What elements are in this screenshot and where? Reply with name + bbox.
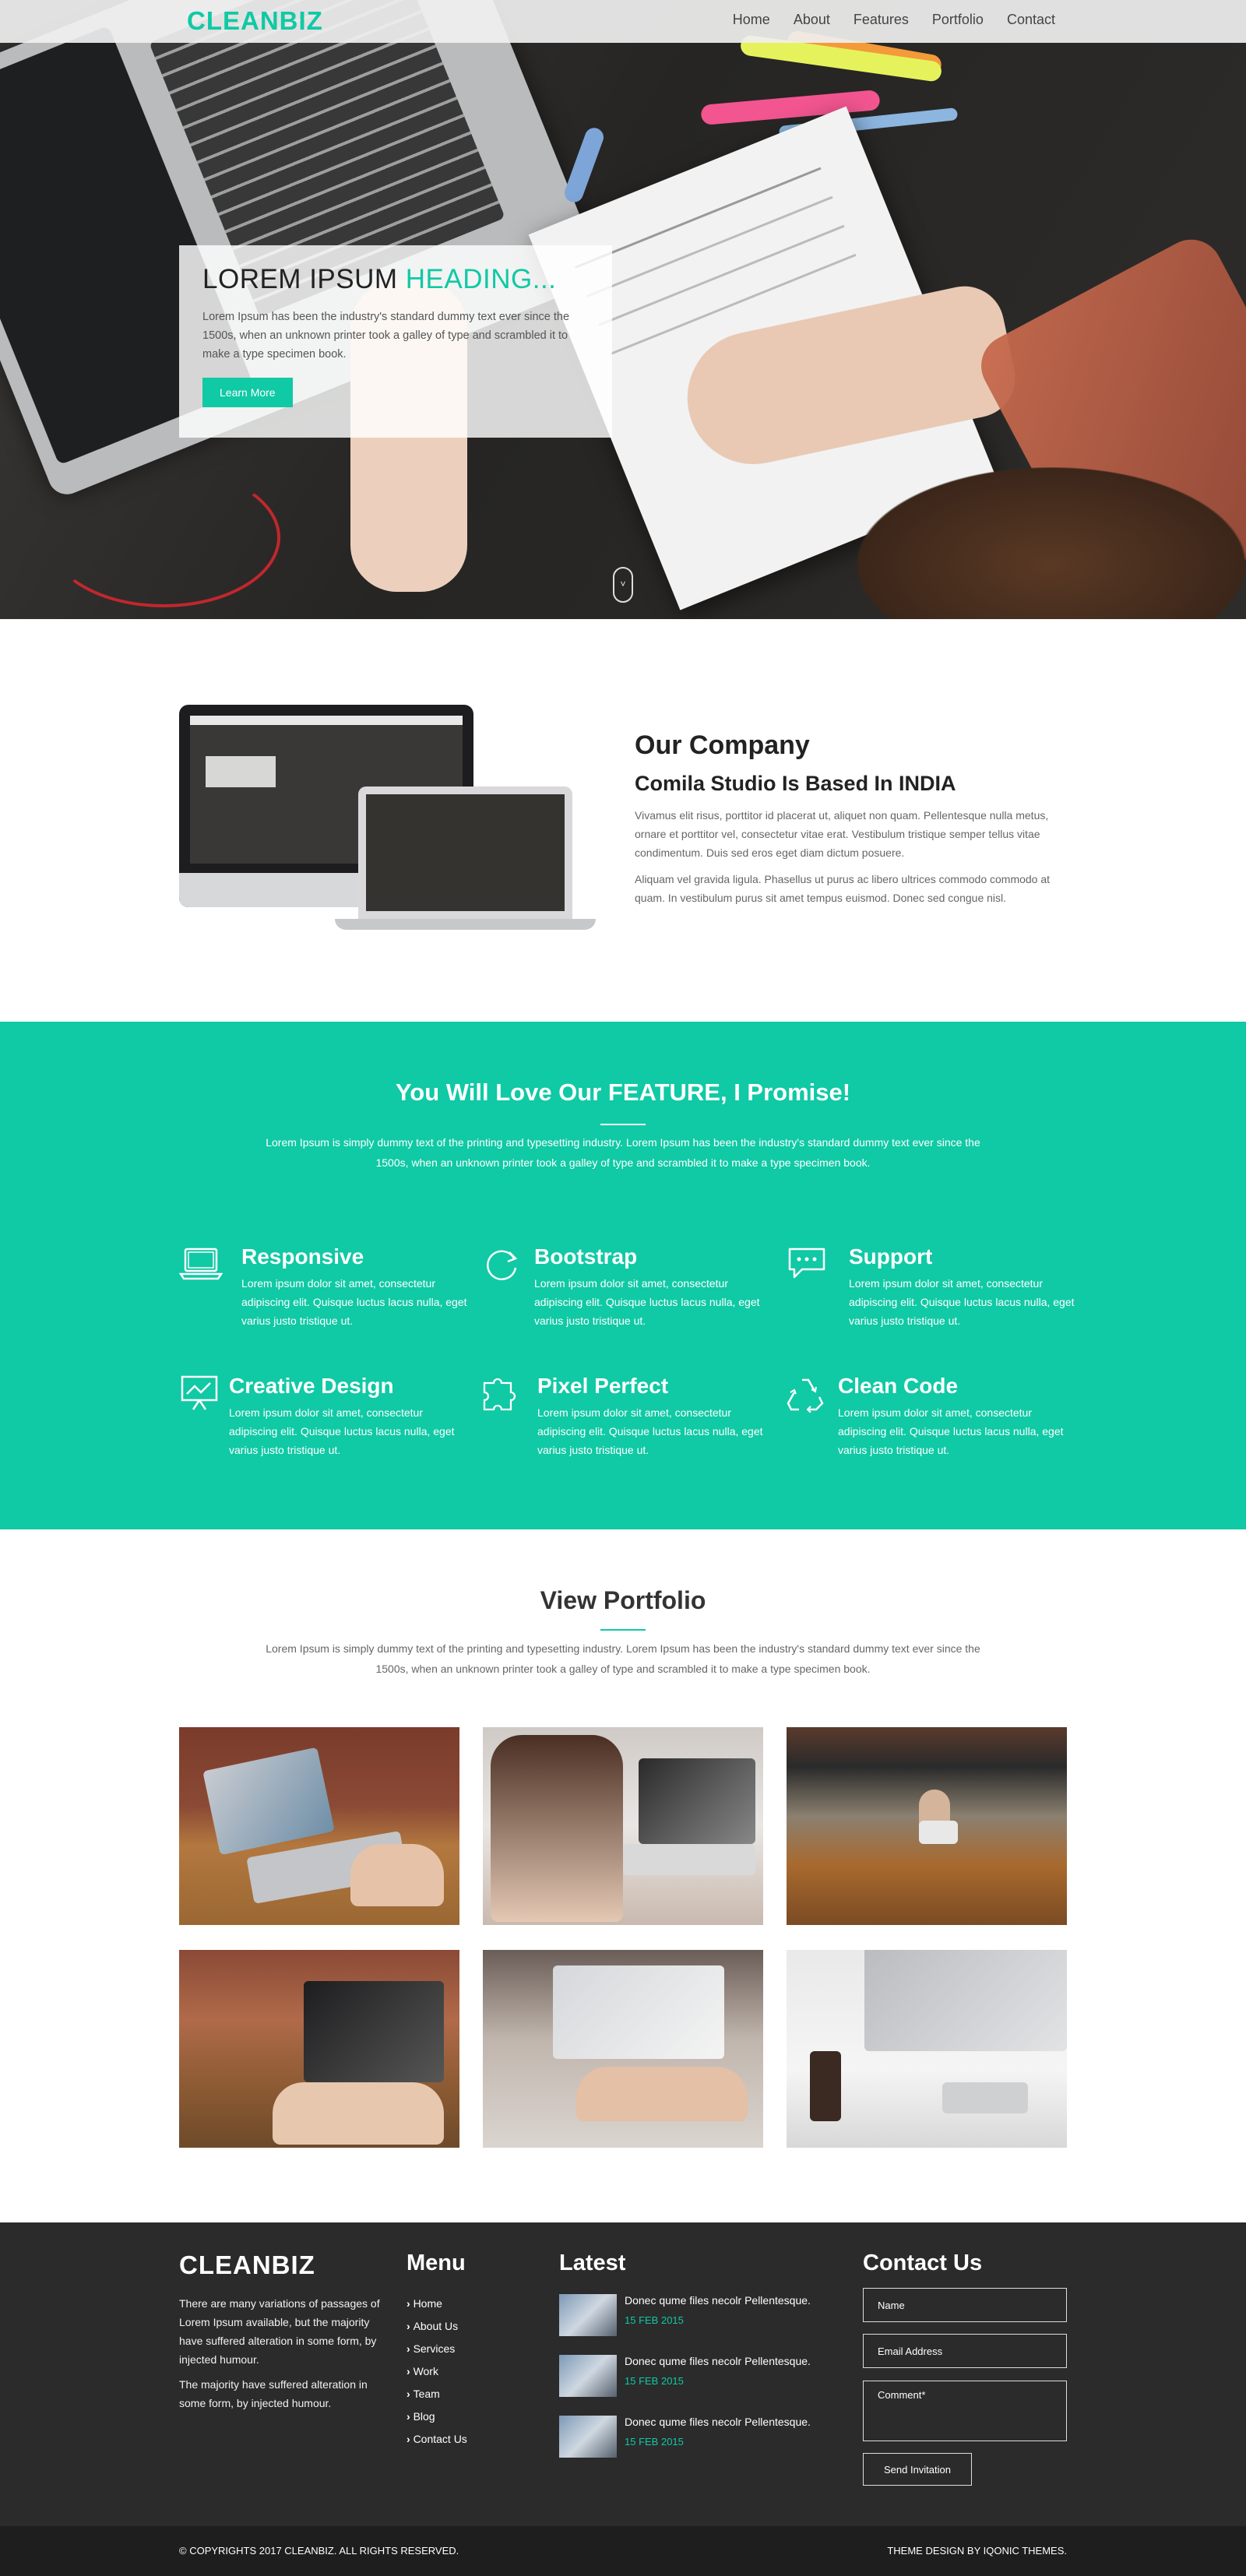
refresh-icon bbox=[487, 1250, 518, 1281]
post-date: 15 FEB 2015 bbox=[625, 2314, 684, 2326]
footer-menu-title: Menu bbox=[407, 2250, 466, 2275]
hero-text: Lorem Ipsum has been the industry's stan… bbox=[202, 311, 570, 361]
company-title: Our Company bbox=[635, 730, 810, 760]
portfolio-intro: Lorem Ipsum is simply dummy text of the … bbox=[266, 1642, 980, 1675]
top-navbar: CLEANBIZ Home About Features Portfolio C… bbox=[0, 0, 1246, 43]
company-paragraph: Vivamus elit risus, porttitor id placera… bbox=[635, 809, 1049, 859]
portfolio-title: View Portfolio bbox=[540, 1586, 706, 1614]
footer-link-work[interactable]: Work bbox=[407, 2360, 467, 2383]
copyright-text: © COPYRIGHTS 2017 CLEANBIZ. ALL RIGHTS R… bbox=[179, 2545, 459, 2557]
nav-contact[interactable]: Contact bbox=[1007, 12, 1055, 28]
hero-title: LOREM IPSUM HEADING... bbox=[202, 264, 589, 295]
feature-name: Support bbox=[849, 1244, 933, 1269]
feature-desc: Lorem ipsum dolor sit amet, consectetur … bbox=[537, 1406, 763, 1456]
hero-title-main: LOREM IPSUM bbox=[202, 264, 406, 294]
portfolio-image[interactable] bbox=[483, 1727, 763, 1925]
feature-name: Bootstrap bbox=[534, 1244, 638, 1269]
post-title[interactable]: Donec qume files necolr Pellentesque. bbox=[625, 2414, 811, 2430]
nav-features[interactable]: Features bbox=[854, 12, 909, 28]
laptop-icon bbox=[179, 1248, 223, 1280]
latest-post[interactable]: Donec qume files necolr Pellentesque. 15… bbox=[559, 2293, 824, 2339]
recycle-icon bbox=[787, 1378, 824, 1413]
feature-name: Responsive bbox=[241, 1244, 364, 1269]
footer-about: The majority have suffered alteration in… bbox=[179, 2378, 368, 2409]
post-thumbnail bbox=[559, 2416, 617, 2458]
post-title[interactable]: Donec qume files necolr Pellentesque. bbox=[625, 2293, 811, 2308]
puzzle-icon bbox=[483, 1378, 516, 1411]
post-thumbnail bbox=[559, 2355, 617, 2397]
theme-credit[interactable]: THEME DESIGN BY IQONIC THEMES. bbox=[887, 2545, 1067, 2557]
footer-link-services[interactable]: Services bbox=[407, 2338, 467, 2360]
company-subtitle: Comila Studio Is Based In INDIA bbox=[635, 772, 956, 795]
post-date: 15 FEB 2015 bbox=[625, 2375, 684, 2387]
feature-desc: Lorem ipsum dolor sit amet, consectetur … bbox=[838, 1406, 1064, 1456]
latest-post[interactable]: Donec qume files necolr Pellentesque. 15… bbox=[559, 2353, 824, 2400]
nav-home[interactable]: Home bbox=[733, 12, 770, 28]
title-divider bbox=[600, 1124, 646, 1125]
footer-logo: CLEANBIZ bbox=[179, 2250, 315, 2279]
footer-link-home[interactable]: Home bbox=[407, 2293, 467, 2315]
feature-name: Clean Code bbox=[838, 1374, 959, 1398]
laptop-mockup-image bbox=[335, 787, 596, 930]
footer: CLEANBIZ There are many variations of pa… bbox=[0, 2222, 1246, 2526]
send-invitation-button[interactable]: Send Invitation bbox=[863, 2453, 972, 2486]
hero-section: LOREM IPSUM HEADING... Lorem Ipsum has b… bbox=[0, 0, 1246, 619]
portfolio-image[interactable] bbox=[483, 1950, 763, 2148]
main-menu: Home About Features Portfolio Contact bbox=[733, 12, 1055, 28]
footer-latest-title: Latest bbox=[559, 2250, 626, 2275]
footer-link-contact[interactable]: Contact Us bbox=[407, 2428, 467, 2451]
hero-hair-image bbox=[857, 467, 1246, 619]
site-logo[interactable]: CLEANBIZ bbox=[187, 6, 323, 36]
portfolio-image[interactable] bbox=[179, 1727, 459, 1925]
latest-post[interactable]: Donec qume files necolr Pellentesque. 15… bbox=[559, 2414, 824, 2461]
features-section: You Will Love Our FEATURE, I Promise! Lo… bbox=[0, 1022, 1246, 1529]
feature-desc: Lorem ipsum dolor sit amet, consectetur … bbox=[534, 1277, 760, 1327]
portfolio-section: View Portfolio Lorem Ipsum is simply dum… bbox=[0, 1529, 1246, 2222]
feature-name: Creative Design bbox=[229, 1374, 394, 1398]
scroll-down-icon[interactable]: ˅ bbox=[613, 567, 633, 603]
title-divider bbox=[600, 1629, 646, 1631]
post-thumbnail bbox=[559, 2294, 617, 2336]
chat-icon bbox=[788, 1248, 825, 1279]
footer-about: There are many variations of passages of… bbox=[179, 2297, 380, 2366]
feature-name: Pixel Perfect bbox=[537, 1374, 669, 1398]
footer-contact-title: Contact Us bbox=[863, 2250, 983, 2275]
footer-link-blog[interactable]: Blog bbox=[407, 2405, 467, 2428]
footer-link-about[interactable]: About Us bbox=[407, 2315, 467, 2338]
footer-menu: Home About Us Services Work Team Blog Co… bbox=[407, 2293, 467, 2451]
hero-card: LOREM IPSUM HEADING... Lorem Ipsum has b… bbox=[179, 245, 612, 438]
name-field[interactable] bbox=[863, 2288, 1067, 2322]
email-field[interactable] bbox=[863, 2334, 1067, 2368]
comment-field[interactable] bbox=[863, 2381, 1067, 2441]
nav-about[interactable]: About bbox=[794, 12, 830, 28]
learn-more-button[interactable]: Learn More bbox=[202, 378, 293, 407]
footer-link-team[interactable]: Team bbox=[407, 2383, 467, 2405]
feature-desc: Lorem ipsum dolor sit amet, consectetur … bbox=[849, 1277, 1075, 1327]
portfolio-image[interactable] bbox=[787, 1950, 1067, 2148]
nav-portfolio[interactable]: Portfolio bbox=[932, 12, 984, 28]
portfolio-image[interactable] bbox=[179, 1950, 459, 2148]
copyright-bar: © COPYRIGHTS 2017 CLEANBIZ. ALL RIGHTS R… bbox=[0, 2526, 1246, 2576]
feature-desc: Lorem ipsum dolor sit amet, consectetur … bbox=[229, 1406, 455, 1456]
presentation-icon bbox=[181, 1375, 218, 1410]
post-title[interactable]: Donec qume files necolr Pellentesque. bbox=[625, 2353, 811, 2369]
features-intro: Lorem Ipsum is simply dummy text of the … bbox=[266, 1136, 980, 1169]
hero-title-accent: HEADING... bbox=[405, 264, 557, 294]
post-date: 15 FEB 2015 bbox=[625, 2436, 684, 2448]
hero-cable-image bbox=[47, 467, 280, 607]
company-paragraph: Aliquam vel gravida ligula. Phasellus ut… bbox=[635, 873, 1051, 904]
feature-desc: Lorem ipsum dolor sit amet, consectetur … bbox=[241, 1277, 467, 1327]
features-title: You Will Love Our FEATURE, I Promise! bbox=[395, 1079, 851, 1106]
portfolio-image[interactable] bbox=[787, 1727, 1067, 1925]
company-section: Our Company Comila Studio Is Based In IN… bbox=[0, 619, 1246, 1022]
